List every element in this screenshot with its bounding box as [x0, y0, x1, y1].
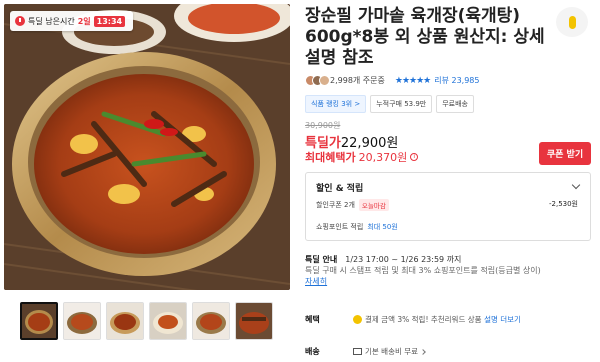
- thumbnail-6[interactable]: [235, 302, 273, 340]
- original-price: 30,900원: [305, 121, 341, 130]
- benefit-label: 혜택: [305, 315, 320, 324]
- clock-icon: [15, 16, 25, 26]
- shipping-row: 배송 기본 배송비 무료: [305, 346, 426, 357]
- review-summary: 2,998개 주문중 ★★★★★ 리뷰 23,985: [305, 75, 480, 86]
- thumbnail-3[interactable]: [106, 302, 144, 340]
- point-value: 최대 50원: [367, 223, 398, 231]
- max-benefit-price: 최대혜택가 20,370원 i: [305, 149, 419, 165]
- coupon-row: 할인쿠폰 2개 오늘마감: [316, 199, 389, 211]
- deal-timer-time: 13:34: [93, 15, 126, 27]
- coupon-button[interactable]: 쿠폰 받기: [539, 142, 591, 165]
- notice-period: 1/23 17:00 ~ 1/26 23:59 까지: [345, 255, 462, 264]
- product-main-image[interactable]: 특딜 남은시간 2일 13:34: [4, 4, 290, 290]
- point-row: 쇼핑포인트 적립 최대 50원: [316, 222, 398, 232]
- benefit-row: 혜택 결제 금액 3% 적립! 추천리워드 상품 설명 더보기: [305, 314, 521, 325]
- deal-timer-days: 2일: [77, 16, 91, 26]
- product-title: 장순필 가마솥 육개장(육개탕) 600g*8봉 외 상품 원산지: 상세설명 …: [305, 6, 545, 68]
- deal-timer-prefix: 특딜 남은시간: [28, 16, 75, 26]
- info-icon[interactable]: i: [410, 153, 419, 161]
- coupon-amount: -2,530원: [548, 200, 578, 208]
- rating-stars: ★★★★★: [394, 75, 431, 86]
- coupon-label: 할인쿠폰 2개: [316, 201, 355, 209]
- free-shipping-tag: 무료배송: [436, 95, 474, 113]
- benefit-more-link[interactable]: 설명 더보기: [484, 314, 521, 325]
- shipping-label: 배송: [305, 347, 320, 356]
- discount-panel: 할인 & 적립 할인쿠폰 2개 오늘마감 -2,530원 쇼핑포인트 적립 최대…: [305, 172, 591, 241]
- ranking-tag[interactable]: 식품 랭킹 3위 >: [305, 95, 367, 113]
- deal-timer-badge: 특딜 남은시간 2일 13:34: [10, 11, 134, 31]
- product-tags: 식품 랭킹 3위 > 누적구매 53.9만 무료배송: [305, 95, 474, 113]
- thumbnail-1[interactable]: [20, 302, 58, 340]
- notice-more-link[interactable]: 자세히: [305, 276, 591, 287]
- review-count-link[interactable]: 리뷰 23,985: [434, 75, 479, 86]
- notice-description: 특딜 구매 시 스탬프 적립 및 최대 3% 쇼핑포인트를 적립(등급별 상이): [305, 266, 541, 275]
- discount-heading: 할인 & 적립: [316, 184, 364, 194]
- point-label: 쇼핑포인트 적립: [316, 223, 364, 231]
- buyer-avatars: [305, 75, 330, 86]
- coin-icon: [353, 315, 362, 324]
- max-price-value: 20,370원: [358, 151, 408, 164]
- share-icon[interactable]: [556, 7, 588, 37]
- thumbnail-2[interactable]: [63, 302, 101, 340]
- cumulative-purchase-tag: 누적구매 53.9만: [370, 95, 433, 113]
- thumbnail-strip: [20, 302, 273, 340]
- benefit-text: 결제 금액 3% 적립! 추천리워드 상품: [365, 315, 482, 324]
- thumbnail-5[interactable]: [192, 302, 230, 340]
- shipping-text: 기본 배송비 무료: [365, 347, 419, 356]
- today-deadline-badge: 오늘마감: [358, 199, 389, 211]
- max-price-label: 최대혜택가: [305, 151, 356, 164]
- thumbnail-4[interactable]: [149, 302, 187, 340]
- chevron-right-icon[interactable]: [420, 348, 426, 355]
- deal-notice: 특딜 안내 1/23 17:00 ~ 1/26 23:59 까지 특딜 구매 시 …: [305, 254, 591, 287]
- truck-icon: [353, 348, 362, 355]
- notice-title: 특딜 안내: [305, 255, 338, 264]
- product-info: 장순필 가마솥 육개장(육개탕) 600g*8봉 외 상품 원산지: 상세설명 …: [305, 6, 595, 69]
- purchase-count: 2,998개 주문중: [330, 76, 385, 85]
